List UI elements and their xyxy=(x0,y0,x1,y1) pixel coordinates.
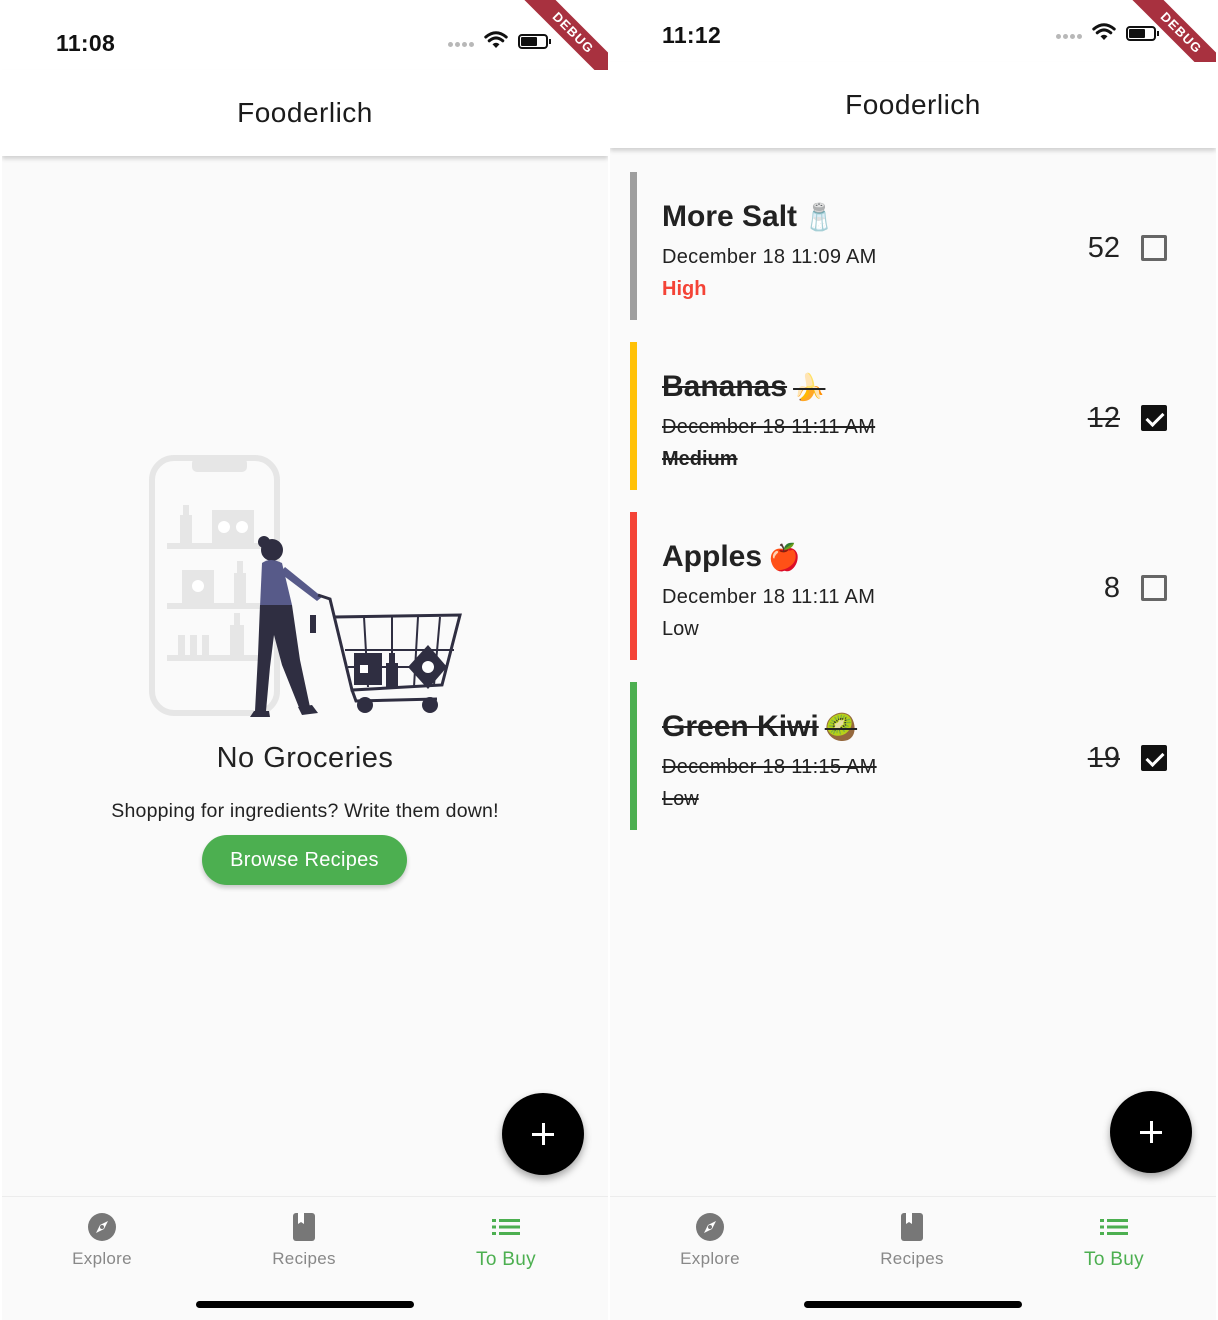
item-color-bar xyxy=(630,682,637,830)
item-date: December 18 11:11 AM xyxy=(662,416,876,438)
nav-tab-recipes[interactable]: Recipes xyxy=(204,1211,404,1269)
nav-tab-to-buy[interactable]: To Buy xyxy=(406,1211,606,1271)
add-item-button[interactable] xyxy=(1110,1091,1192,1173)
nav-tab-explore[interactable]: Explore xyxy=(2,1211,202,1269)
item-name: Bananas 🍌 xyxy=(662,370,826,403)
nav-label-to-buy: To Buy xyxy=(476,1249,536,1270)
item-importance: Medium xyxy=(662,448,738,470)
app-title: Fooderlich xyxy=(237,97,373,128)
compass-icon xyxy=(696,1213,724,1241)
bottom-navigation: Explore Recipes To Buy xyxy=(610,1196,1216,1320)
banana-icon: 🍌 xyxy=(793,372,826,402)
nav-label-to-buy: To Buy xyxy=(1084,1249,1144,1270)
app-bar: Fooderlich xyxy=(610,62,1216,148)
item-color-bar xyxy=(630,172,637,320)
nav-tab-explore[interactable]: Explore xyxy=(610,1211,810,1269)
item-importance: Low xyxy=(662,788,699,810)
shopping-cart-illustration xyxy=(149,455,462,717)
item-date: December 18 11:09 AM xyxy=(662,246,877,268)
item-color-bar xyxy=(630,512,637,660)
kiwi-icon: 🥝 xyxy=(824,712,858,742)
item-checkbox[interactable] xyxy=(1141,235,1167,261)
item-quantity: 8 xyxy=(1103,572,1120,604)
bottom-navigation: Explore Recipes To Buy xyxy=(2,1196,608,1320)
grocery-item[interactable]: Bananas 🍌 December 18 11:11 AM Medium 12 xyxy=(630,342,1196,490)
browse-recipes-button[interactable]: Browse Recipes xyxy=(202,835,407,885)
cell-signal-icon xyxy=(1056,34,1082,39)
book-icon xyxy=(293,1213,315,1241)
status-time: 11:08 xyxy=(56,30,116,56)
plus-icon xyxy=(532,1123,554,1145)
item-color-bar xyxy=(630,342,637,490)
plus-icon xyxy=(1140,1121,1162,1143)
item-name: Green Kiwi 🥝 xyxy=(662,710,858,743)
book-icon xyxy=(901,1213,923,1241)
item-quantity: 19 xyxy=(1087,742,1120,774)
list-icon xyxy=(1100,1219,1128,1235)
item-date: December 18 11:11 AM xyxy=(662,586,876,608)
grocery-item[interactable]: Apples 🍎 December 18 11:11 AM Low 8 xyxy=(630,512,1196,660)
nav-label-recipes: Recipes xyxy=(272,1249,336,1268)
status-time: 11:12 xyxy=(662,22,722,48)
empty-state-subtitle: Shopping for ingredients? Write them dow… xyxy=(111,800,499,822)
item-date: December 18 11:15 AM xyxy=(662,756,877,778)
item-checkbox[interactable] xyxy=(1141,405,1167,431)
item-name: Apples 🍎 xyxy=(662,540,801,573)
app-bar: Fooderlich xyxy=(2,70,608,156)
item-name: More Salt 🧂 xyxy=(662,200,836,233)
apple-icon: 🍎 xyxy=(768,542,801,572)
grocery-list-screen: 11:12 DEBUG Fooderlich More Salt 🧂 Decemb… xyxy=(610,0,1216,1320)
empty-grocery-screen: 11:08 DEBUG Fooderlich No Groceries Shop… xyxy=(2,0,608,1320)
item-quantity: 12 xyxy=(1087,402,1120,434)
list-icon xyxy=(492,1219,520,1235)
grocery-item[interactable]: More Salt 🧂 December 18 11:09 AM High 52 xyxy=(630,172,1196,320)
wifi-icon xyxy=(484,31,508,48)
add-item-button[interactable] xyxy=(502,1093,584,1175)
wifi-icon xyxy=(1092,23,1116,40)
app-title: Fooderlich xyxy=(845,89,981,120)
salt-icon: 🧂 xyxy=(803,202,836,232)
cell-signal-icon xyxy=(448,42,474,47)
nav-label-recipes: Recipes xyxy=(880,1249,944,1268)
item-importance: High xyxy=(662,278,707,300)
home-indicator xyxy=(196,1301,414,1308)
compass-icon xyxy=(88,1213,116,1241)
empty-state-title: No Groceries xyxy=(216,742,394,774)
item-checkbox[interactable] xyxy=(1141,745,1167,771)
home-indicator xyxy=(804,1301,1022,1308)
nav-label-explore: Explore xyxy=(680,1249,740,1268)
item-checkbox[interactable] xyxy=(1141,575,1167,601)
grocery-item[interactable]: Green Kiwi 🥝 December 18 11:15 AM Low 19 xyxy=(630,682,1196,830)
item-importance: Low xyxy=(662,618,699,640)
nav-tab-to-buy[interactable]: To Buy xyxy=(1014,1211,1214,1271)
nav-label-explore: Explore xyxy=(72,1249,132,1268)
nav-tab-recipes[interactable]: Recipes xyxy=(812,1211,1012,1269)
item-quantity: 52 xyxy=(1087,232,1120,264)
